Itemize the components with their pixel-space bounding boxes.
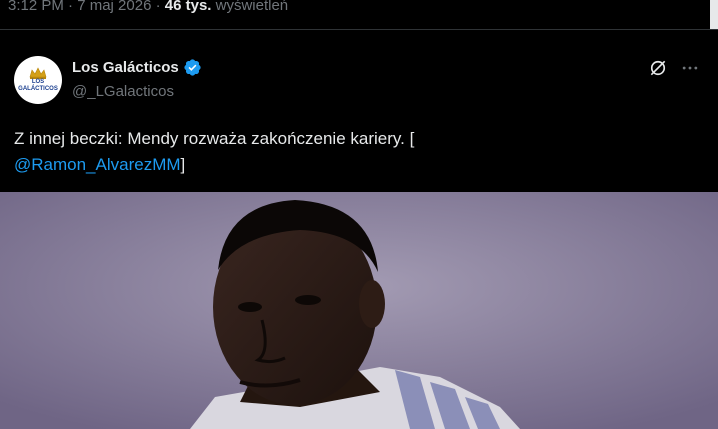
avatar[interactable]: LOS GALÁCTICOS: [14, 56, 62, 104]
tweet-text: Z innej beczki: Mendy rozważa zakończeni…: [14, 126, 674, 178]
tweet-photo[interactable]: [0, 192, 718, 429]
more-icon[interactable]: [680, 58, 700, 78]
timestamp[interactable]: 3:12 PM · 7 maj 2026 ·: [8, 0, 165, 14]
tweet-text-end: ]: [180, 155, 186, 174]
handle[interactable]: @_LGalacticos: [72, 83, 174, 100]
player-photo: [0, 192, 718, 429]
views-label: wyświetleń: [211, 0, 289, 14]
author-row: Los Galácticos: [72, 58, 202, 77]
grok-icon[interactable]: [648, 58, 668, 78]
verified-badge-icon[interactable]: [183, 58, 202, 77]
crown-icon: [29, 67, 47, 79]
avatar-brand-text: LOS GALÁCTICOS: [18, 79, 58, 92]
tweet[interactable]: LOS GALÁCTICOS Los Galácticos @_LGalacti…: [0, 30, 718, 429]
view-count: 46 tys.: [164, 0, 212, 14]
display-name[interactable]: Los Galácticos: [72, 59, 179, 76]
previous-tweet-meta: 3:12 PM · 7 maj 2026 · 46 tys. wyświetle…: [8, 0, 288, 17]
tweet-text-body: Z innej beczki: Mendy rozważa zakończeni…: [14, 129, 415, 148]
mention-link[interactable]: @Ramon_AlvarezMM: [14, 155, 181, 174]
